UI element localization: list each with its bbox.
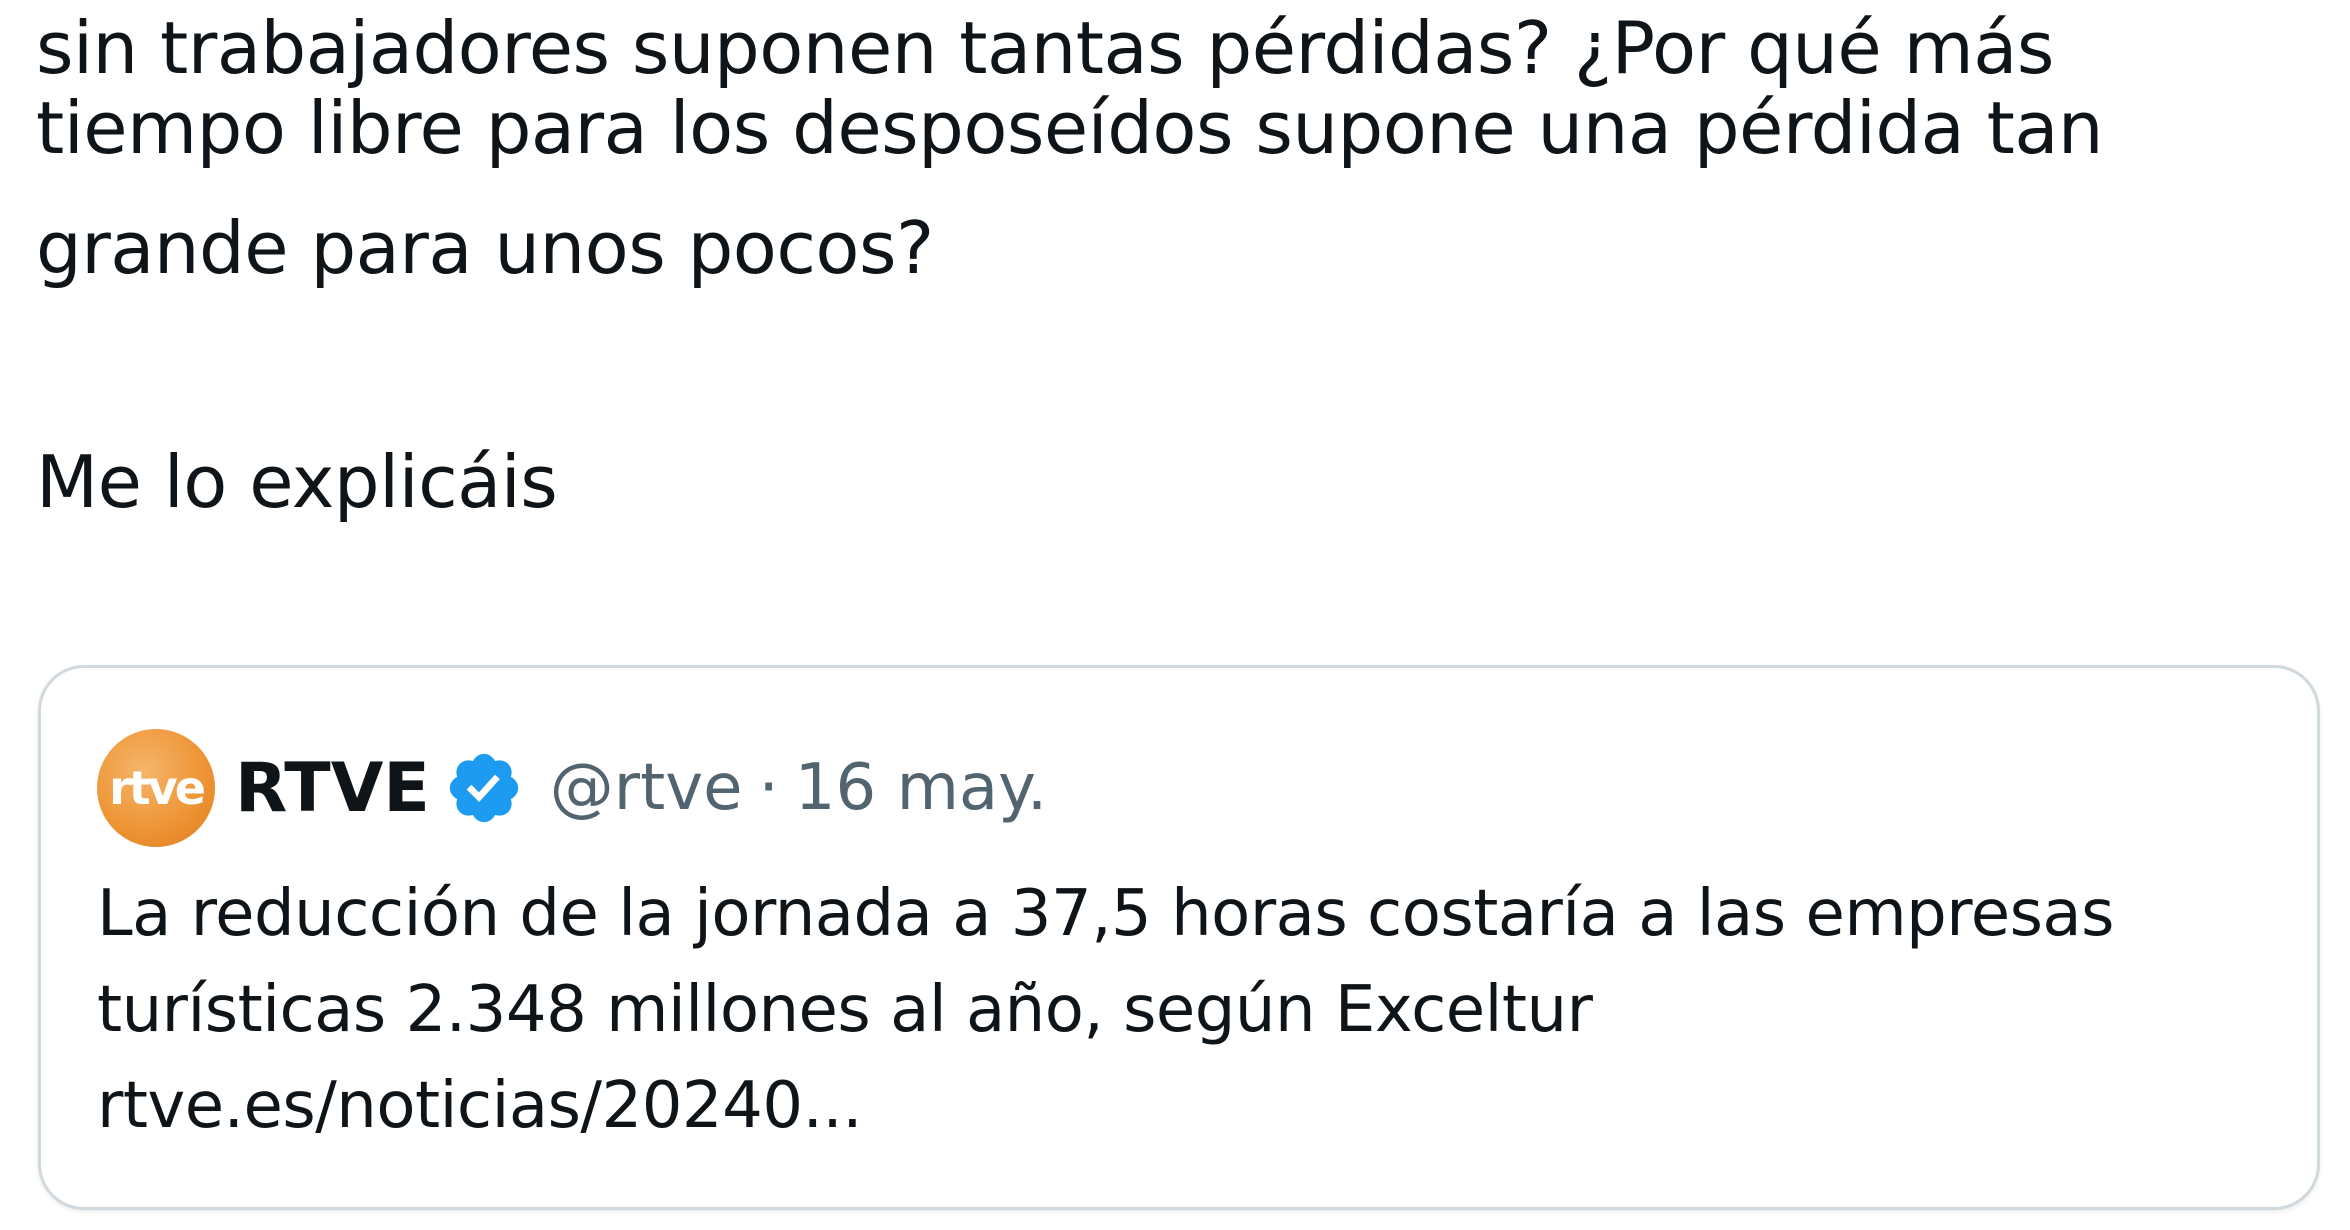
tweet-date[interactable]: 16 may. — [795, 751, 1047, 825]
quoted-line-2: turísticas 2.348 millones al año, según … — [97, 973, 1593, 1047]
handle[interactable]: @rtve — [550, 751, 743, 825]
quoted-link[interactable]: rtve.es/noticias/20240... — [97, 1058, 2287, 1154]
tweet-closing: Me lo explicáis — [36, 440, 558, 524]
quoted-line-1: La reducción de la jornada a 37,5 horas … — [97, 877, 2114, 951]
header-separator: · — [758, 751, 779, 825]
quoted-tweet-header: rtve RTVE @rtve · 16 may. — [97, 728, 1047, 848]
verified-badge-icon — [449, 753, 518, 823]
tweet-line-3: grande para unos pocos? — [36, 206, 934, 290]
avatar-logo-text: rtve — [109, 761, 206, 815]
avatar[interactable]: rtve — [97, 729, 215, 847]
quoted-tweet-body: La reducción de la jornada a 37,5 horas … — [97, 866, 2287, 1154]
tweet-line-2: tiempo libre para los desposeídos supone… — [36, 86, 2104, 170]
display-name[interactable]: RTVE — [235, 749, 430, 828]
quoted-tweet-card[interactable]: rtve RTVE @rtve · 16 may. La reducción d… — [38, 665, 2320, 1210]
